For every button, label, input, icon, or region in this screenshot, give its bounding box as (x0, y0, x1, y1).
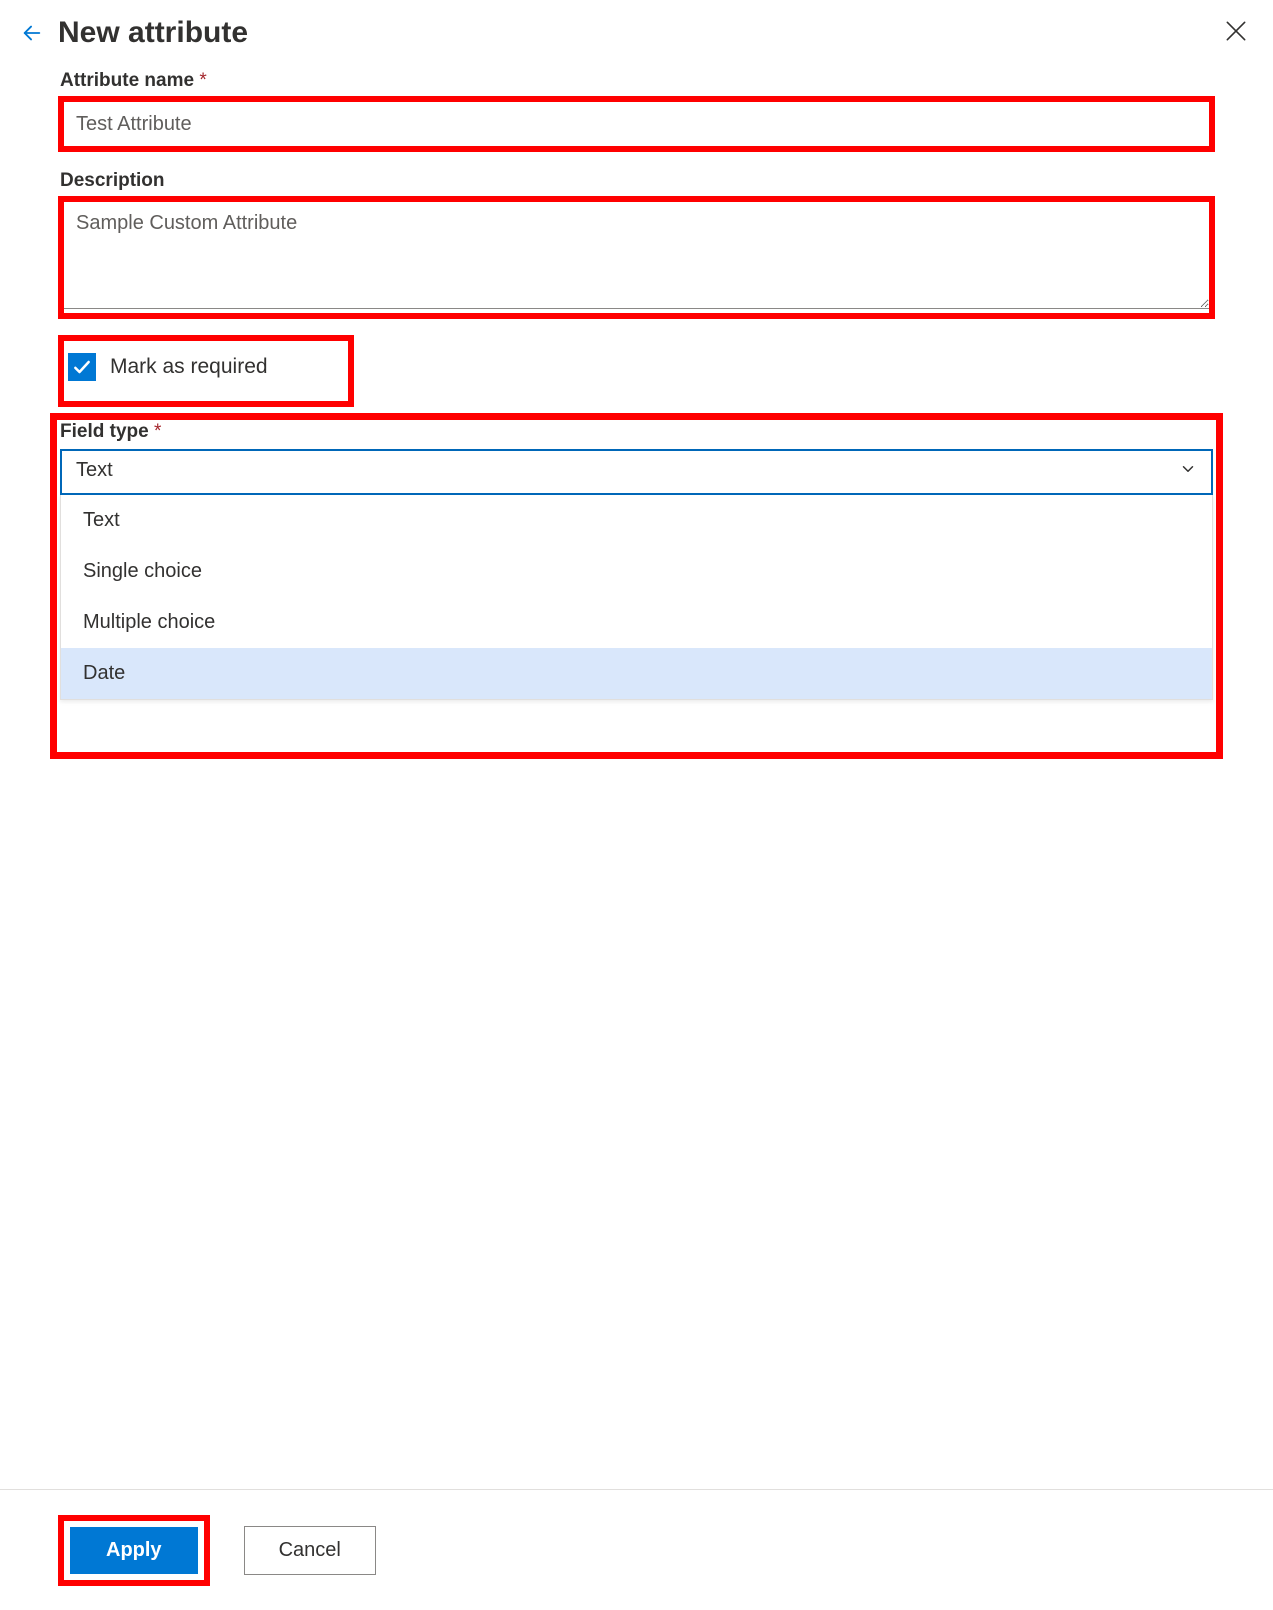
field-type-select[interactable]: Text (60, 449, 1213, 495)
attribute-name-label-text: Attribute name (60, 70, 194, 91)
field-type-dropdown: Text Single choice Multiple choice Date (60, 495, 1213, 700)
back-arrow-icon[interactable] (20, 21, 44, 45)
field-type-label-text: Field type (60, 421, 149, 442)
mark-required-row: Mark as required (60, 337, 1213, 397)
description-input[interactable] (63, 201, 1210, 309)
mark-required-label: Mark as required (110, 355, 268, 379)
panel-footer: Apply Cancel (0, 1489, 1273, 1610)
field-type-option-multiple-choice[interactable]: Multiple choice (61, 597, 1212, 648)
panel-title: New attribute (58, 16, 248, 50)
description-label: Description (60, 170, 1213, 192)
field-type-option-single-choice[interactable]: Single choice (61, 546, 1212, 597)
panel-content: Attribute name * Description Mark as req… (0, 60, 1273, 700)
cancel-button[interactable]: Cancel (244, 1526, 376, 1575)
field-type-section: Field type * Text Text Single choice Mul… (60, 421, 1213, 700)
close-icon[interactable] (1223, 18, 1251, 46)
description-field: Description (60, 170, 1213, 317)
apply-button[interactable]: Apply (70, 1527, 198, 1574)
chevron-down-icon (1179, 460, 1197, 484)
mark-required-checkbox[interactable] (68, 353, 96, 381)
field-type-option-text[interactable]: Text (61, 495, 1212, 546)
field-type-option-date[interactable]: Date (61, 648, 1212, 699)
attribute-name-label: Attribute name * (60, 70, 1213, 92)
new-attribute-panel: New attribute Attribute name * Descripti… (0, 0, 1273, 1610)
required-star-icon: * (199, 70, 206, 91)
field-type-selected-value: Text (76, 459, 113, 481)
attribute-name-input[interactable] (63, 101, 1210, 147)
panel-header: New attribute (0, 0, 1273, 60)
field-type-label: Field type * (60, 421, 1213, 443)
required-star-icon: * (154, 421, 161, 442)
attribute-name-field: Attribute name * (60, 70, 1213, 150)
